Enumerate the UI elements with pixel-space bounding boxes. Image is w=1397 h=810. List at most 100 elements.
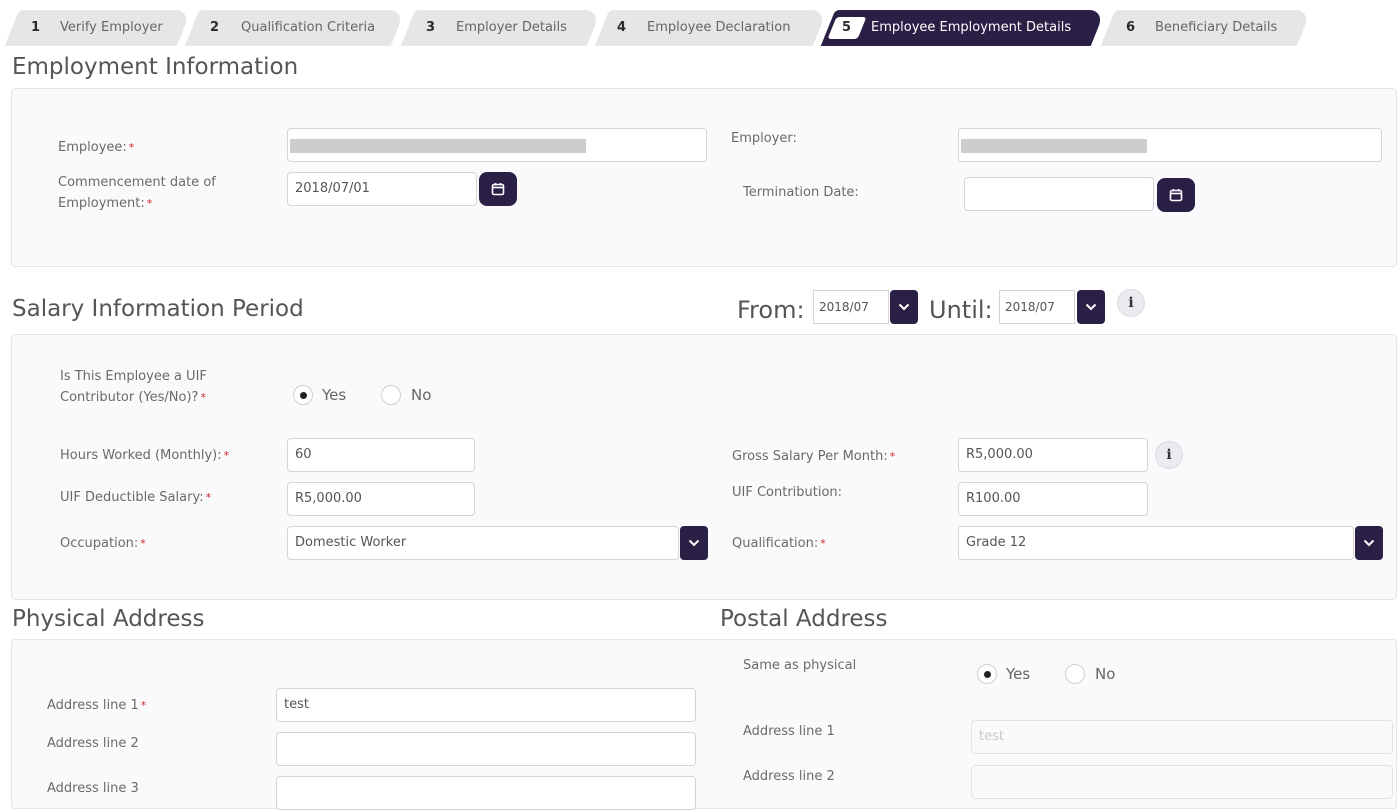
chevron-down-icon <box>1085 303 1097 311</box>
step-label: Employee Declaration <box>647 20 791 35</box>
salary-information-title: Salary Information Period <box>12 296 304 322</box>
step-number: 2 <box>210 20 220 35</box>
same-as-physical-yes-radio[interactable] <box>977 664 997 684</box>
qualification-label: Qualification: * <box>732 533 826 554</box>
commencement-label-line-2: Employment: * <box>58 193 216 214</box>
physical-address-line2-input[interactable] <box>276 732 696 766</box>
gross-salary-input[interactable]: R5,000.00 <box>958 438 1148 472</box>
chevron-down-icon <box>688 539 700 547</box>
uif-deductible-salary-label: UIF Deductible Salary: * <box>60 487 211 508</box>
until-label: Until: <box>929 296 993 324</box>
occupation-label: Occupation: * <box>60 533 146 554</box>
step-label: Employee Employment Details <box>871 20 1072 35</box>
from-label: From: <box>737 296 805 324</box>
step-number: 4 <box>617 20 627 35</box>
gross-salary-label-text: Gross Salary Per Month: <box>732 449 888 464</box>
step-number: 1 <box>31 20 41 35</box>
uif-contributor-no-radio[interactable] <box>381 385 401 405</box>
physical-line3-label: Address line 3 <box>47 781 139 796</box>
uif-contributor-no-label[interactable]: No <box>411 385 431 405</box>
physical-address-title: Physical Address <box>12 606 205 632</box>
chevron-down-icon <box>1363 539 1375 547</box>
step-label: Qualification Criteria <box>241 20 376 35</box>
gross-salary-label: Gross Salary Per Month: * <box>732 446 895 467</box>
uif-deductible-salary-input[interactable]: R5,000.00 <box>287 482 475 516</box>
physical-address-line3-input[interactable] <box>276 776 696 810</box>
commencement-date-input[interactable]: 2018/07/01 <box>287 172 477 206</box>
until-period-select[interactable]: 2018/07 <box>999 290 1075 324</box>
qualification-label-text: Qualification: <box>732 536 819 551</box>
physical-line1-label: Address line 1 * <box>47 695 146 716</box>
termination-date-input[interactable] <box>964 177 1154 211</box>
required-mark: * <box>200 391 206 404</box>
step-label: Beneficiary Details <box>1155 20 1278 35</box>
uif-deductible-salary-label-text: UIF Deductible Salary: <box>60 490 204 505</box>
calendar-icon <box>491 183 505 196</box>
wizard-steps: 1 Verify Employer 2 Qualification Criter… <box>0 0 1397 48</box>
uif-contributor-label-line-1: Is This Employee a UIF <box>60 369 207 384</box>
required-mark: * <box>128 141 135 154</box>
employee-field[interactable] <box>287 128 707 162</box>
employee-label: Employee: * <box>58 137 134 158</box>
until-period-dropdown-button[interactable] <box>1077 290 1105 324</box>
occupation-select[interactable]: Domestic Worker <box>287 526 679 560</box>
qualification-dropdown-button[interactable] <box>1355 526 1383 560</box>
from-period-select[interactable]: 2018/07 <box>813 290 889 324</box>
calendar-icon <box>1169 189 1183 202</box>
commencement-calendar-button[interactable] <box>479 172 517 206</box>
same-as-physical-no-radio[interactable] <box>1065 664 1085 684</box>
required-mark: * <box>140 699 147 712</box>
uif-contributor-label: Is This Employee a UIF Contributor (Yes/… <box>60 366 207 408</box>
postal-line1-label: Address line 1 <box>743 724 835 739</box>
required-mark: * <box>140 537 146 550</box>
gross-salary-info-icon[interactable]: i <box>1155 441 1183 469</box>
termination-calendar-button[interactable] <box>1157 178 1195 212</box>
uif-contribution-label: UIF Contribution: <box>732 485 843 500</box>
from-period-dropdown-button[interactable] <box>890 290 918 324</box>
termination-date-label: Termination Date: <box>743 185 859 200</box>
required-mark: * <box>820 537 826 550</box>
commencement-label-line-2-text: Employment: <box>58 196 145 211</box>
required-mark: * <box>205 491 212 504</box>
physical-address-line1-input[interactable]: test <box>276 688 696 722</box>
employee-label-text: Employee: <box>58 140 127 155</box>
chevron-down-icon <box>898 303 910 311</box>
hours-worked-label: Hours Worked (Monthly): * <box>60 445 229 466</box>
step-number: 3 <box>426 20 436 35</box>
employment-information-title: Employment Information <box>12 54 299 80</box>
postal-address-title: Postal Address <box>720 606 888 632</box>
uif-contribution-input[interactable]: R100.00 <box>958 482 1148 516</box>
postal-address-line1-input[interactable]: test <box>971 720 1393 754</box>
same-as-physical-yes-label[interactable]: Yes <box>1006 664 1030 684</box>
commencement-label-line-1: Commencement date of <box>58 175 216 190</box>
step-number: 5 <box>842 20 852 35</box>
redacted-employer-name <box>961 139 1147 153</box>
same-as-physical-label: Same as physical <box>743 658 857 673</box>
employer-label: Employer: <box>731 131 797 146</box>
physical-line1-label-text: Address line 1 <box>47 698 139 713</box>
step-label: Verify Employer <box>60 20 163 35</box>
postal-line2-label: Address line 2 <box>743 769 835 784</box>
postal-address-line2-input[interactable] <box>971 765 1393 799</box>
employer-field[interactable] <box>958 128 1382 162</box>
uif-contributor-label-line-2-text: Contributor (Yes/No)? <box>60 390 199 405</box>
uif-contributor-yes-label[interactable]: Yes <box>322 385 346 405</box>
salary-information-panel <box>11 334 1397 600</box>
qualification-select[interactable]: Grade 12 <box>958 526 1354 560</box>
hours-worked-label-text: Hours Worked (Monthly): <box>60 448 222 463</box>
required-mark: * <box>889 450 896 463</box>
uif-contributor-yes-radio[interactable] <box>293 385 313 405</box>
occupation-label-text: Occupation: <box>60 536 139 551</box>
physical-line2-label: Address line 2 <box>47 736 139 751</box>
period-info-icon[interactable]: i <box>1117 289 1145 317</box>
commencement-date-label: Commencement date of Employment: * <box>58 172 216 214</box>
step-number: 6 <box>1126 20 1136 35</box>
occupation-dropdown-button[interactable] <box>680 526 708 560</box>
required-mark: * <box>146 197 153 210</box>
hours-worked-input[interactable]: 60 <box>287 438 475 472</box>
required-mark: * <box>223 449 230 462</box>
step-label: Employer Details <box>456 20 567 35</box>
uif-contributor-label-line-2: Contributor (Yes/No)? * <box>60 387 207 408</box>
redacted-employee-name <box>290 139 586 153</box>
same-as-physical-no-label[interactable]: No <box>1095 664 1115 684</box>
